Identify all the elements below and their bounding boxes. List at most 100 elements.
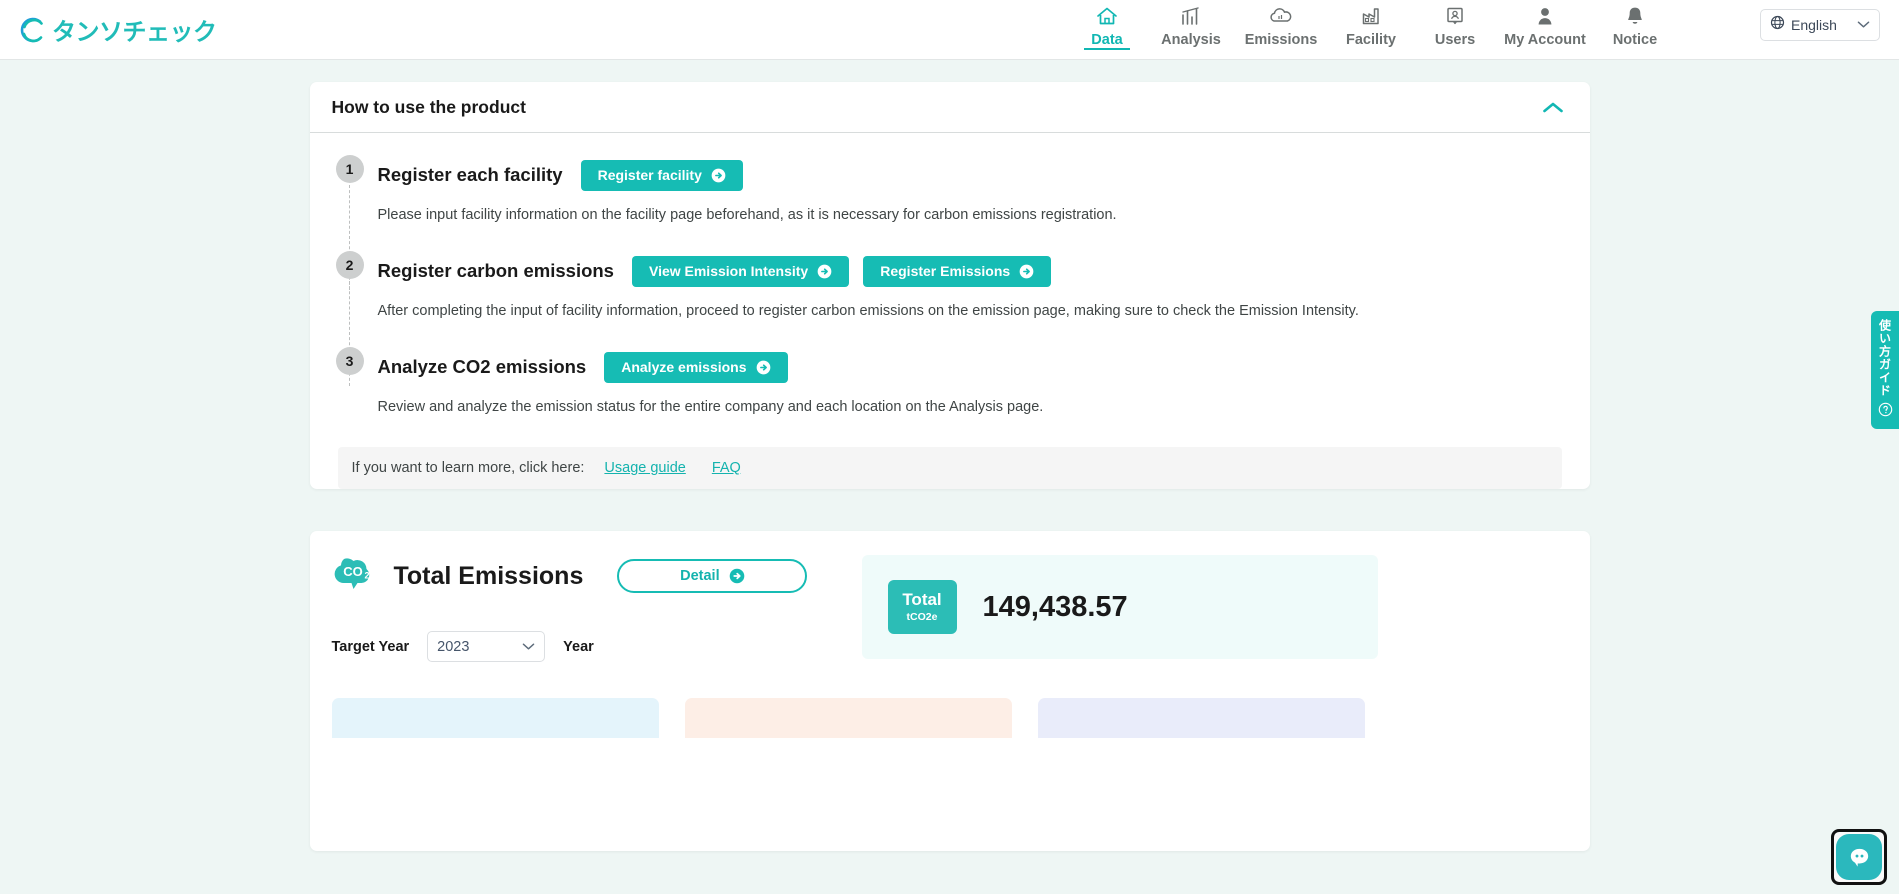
learn-more-links: Usage guide FAQ xyxy=(604,460,740,476)
language-label: English xyxy=(1791,17,1851,33)
step-buttons: Register facility xyxy=(581,160,743,191)
nav-item-my-account[interactable]: My Account xyxy=(1497,0,1593,60)
page-title: How to use the product xyxy=(332,97,526,118)
step-header-row: Register each facility Register facility xyxy=(378,155,1566,195)
step-title: Register each facility xyxy=(378,164,563,186)
app-logo[interactable]: タンソチェック xyxy=(18,12,217,47)
arrow-right-circle-icon xyxy=(1019,264,1034,279)
bell-icon xyxy=(1623,4,1647,28)
chevron-up-icon[interactable] xyxy=(1538,97,1568,118)
step-header-row: Analyze CO2 emissions Analyze emissions xyxy=(378,347,1566,387)
target-year-row: Target Year 2023 Year xyxy=(332,631,832,662)
home-icon xyxy=(1095,4,1119,28)
cloud-factory-icon xyxy=(1268,4,1294,28)
how-to-use-header: How to use the product xyxy=(310,82,1590,133)
nav-label: Users xyxy=(1435,32,1475,48)
button-label: View Emission Intensity xyxy=(649,263,808,279)
view-emission-intensity-button[interactable]: View Emission Intensity xyxy=(632,256,849,287)
step-description: Review and analyze the emission status f… xyxy=(378,399,1566,443)
total-emissions-card: CO 2 Total Emissions Detail Target Year xyxy=(310,531,1590,851)
step-buttons: View Emission Intensity Register Emissio… xyxy=(632,256,1051,287)
nav-label: Facility xyxy=(1346,32,1396,48)
user-card-icon xyxy=(1443,4,1467,28)
total-emissions-left: CO 2 Total Emissions Detail Target Year xyxy=(332,555,832,662)
step-item: 2 Register carbon emissions View Emissio… xyxy=(310,251,1590,347)
step-number-badge: 1 xyxy=(336,155,364,183)
total-emissions-top: CO 2 Total Emissions Detail Target Year xyxy=(332,555,1568,662)
total-value-panel: Total tCO2e 149,438.57 xyxy=(862,555,1378,659)
nav-item-emissions[interactable]: Emissions xyxy=(1233,0,1329,60)
language-selector[interactable]: English xyxy=(1760,9,1880,41)
co2-cloud-icon: CO 2 xyxy=(332,555,378,597)
register-emissions-button[interactable]: Register Emissions xyxy=(863,256,1051,287)
step-number-badge: 2 xyxy=(336,251,364,279)
step-header-row: Register carbon emissions View Emission … xyxy=(378,251,1566,291)
bar-chart-icon xyxy=(1179,4,1203,28)
analyze-emissions-button[interactable]: Analyze emissions xyxy=(604,352,787,383)
nav-label: Emissions xyxy=(1245,32,1318,48)
chevron-down-icon xyxy=(1857,16,1870,34)
app-header: タンソチェック Data Analysis Emissions xyxy=(0,0,1899,60)
main-navigation: Data Analysis Emissions Facility xyxy=(1065,0,1677,60)
nav-label: Data xyxy=(1091,32,1122,48)
total-badge: Total tCO2e xyxy=(888,580,957,634)
svg-text:2: 2 xyxy=(364,571,369,581)
arrow-right-circle-icon xyxy=(817,264,832,279)
register-facility-button[interactable]: Register facility xyxy=(581,160,743,191)
step-item: 3 Analyze CO2 emissions Analyze emission… xyxy=(310,347,1590,443)
chat-widget-button[interactable] xyxy=(1831,829,1887,885)
factory-icon xyxy=(1359,4,1383,28)
button-label: Register facility xyxy=(598,167,702,183)
how-to-use-card: How to use the product 1 Register each f… xyxy=(310,82,1590,489)
summary-card-scope2[interactable] xyxy=(685,698,1012,738)
target-year-value: 2023 xyxy=(437,639,469,655)
page-content: How to use the product 1 Register each f… xyxy=(0,60,1899,851)
nav-label: Analysis xyxy=(1161,32,1221,48)
step-item: 1 Register each facility Register facili… xyxy=(310,155,1590,251)
usage-guide-side-tab[interactable]: 使い方ガイド xyxy=(1871,311,1899,429)
nav-label: Notice xyxy=(1613,32,1657,48)
learn-more-bar: If you want to learn more, click here: U… xyxy=(338,447,1562,489)
total-badge-unit: tCO2e xyxy=(907,611,938,623)
learn-more-text: If you want to learn more, click here: xyxy=(352,460,585,476)
button-label: Analyze emissions xyxy=(621,359,746,375)
steps-list: 1 Register each facility Register facili… xyxy=(310,133,1590,443)
nav-item-facility[interactable]: Facility xyxy=(1329,0,1413,60)
summary-card-scope3[interactable] xyxy=(1038,698,1365,738)
arrow-right-circle-icon xyxy=(756,360,771,375)
target-year-select[interactable]: 2023 xyxy=(427,631,545,662)
chevron-down-icon xyxy=(522,639,535,655)
arrow-right-circle-icon xyxy=(711,168,726,183)
nav-item-notice[interactable]: Notice xyxy=(1593,0,1677,60)
c-circle-logo-icon xyxy=(18,15,48,45)
step-number-badge: 3 xyxy=(336,347,364,375)
step-buttons: Analyze emissions xyxy=(604,352,787,383)
nav-label: My Account xyxy=(1504,32,1586,48)
usage-guide-side-tab-label: 使い方ガイド xyxy=(1877,319,1894,397)
summary-card-scope1[interactable] xyxy=(332,698,659,738)
nav-item-users[interactable]: Users xyxy=(1413,0,1497,60)
svg-text:CO: CO xyxy=(343,564,363,579)
question-circle-icon xyxy=(1878,402,1893,422)
step-title: Analyze CO2 emissions xyxy=(378,356,587,378)
nav-item-analysis[interactable]: Analysis xyxy=(1149,0,1233,60)
nav-item-data[interactable]: Data xyxy=(1065,0,1149,60)
total-emissions-value: 149,438.57 xyxy=(983,591,1128,624)
nav-active-underline xyxy=(1084,48,1130,50)
step-description: Please input facility information on the… xyxy=(378,207,1566,251)
button-label: Register Emissions xyxy=(880,263,1010,279)
person-icon xyxy=(1533,4,1557,28)
globe-icon xyxy=(1770,15,1785,35)
step-description: After completing the input of facility i… xyxy=(378,303,1566,347)
button-label: Detail xyxy=(680,568,720,584)
faq-link[interactable]: FAQ xyxy=(712,460,741,476)
step-title: Register carbon emissions xyxy=(378,260,614,282)
usage-guide-link[interactable]: Usage guide xyxy=(604,460,685,476)
chat-bubble-icon xyxy=(1836,834,1882,880)
target-year-label: Target Year xyxy=(332,639,410,655)
summary-cards-row xyxy=(332,698,1568,738)
logo-text: タンソチェック xyxy=(52,12,217,47)
detail-button[interactable]: Detail xyxy=(617,559,807,593)
arrow-right-circle-icon xyxy=(729,568,745,584)
total-badge-label: Total xyxy=(902,591,941,610)
